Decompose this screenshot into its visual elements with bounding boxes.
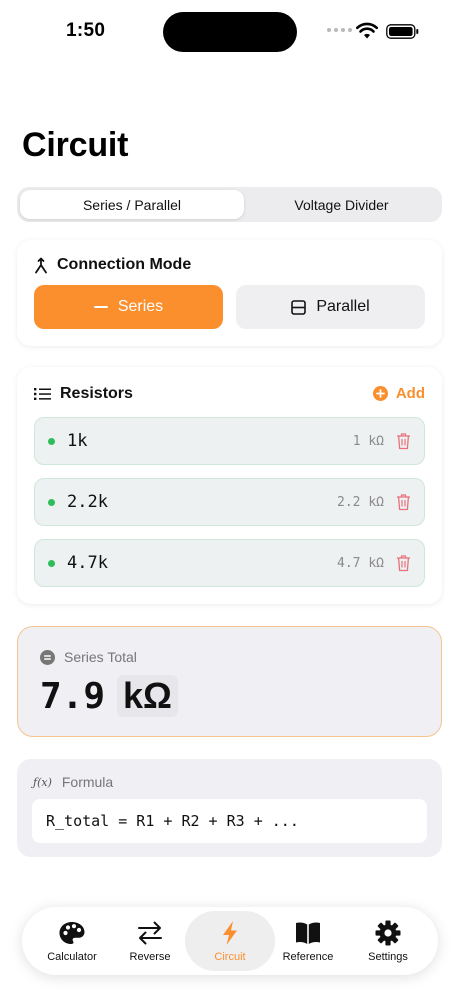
split-square-icon bbox=[291, 299, 307, 315]
merge-icon bbox=[35, 257, 47, 273]
resistor-value: 2.2 kΩ bbox=[337, 495, 384, 510]
tab-settings[interactable]: Settings bbox=[343, 911, 433, 971]
resistor-row[interactable]: 4.7k 4.7 kΩ bbox=[34, 539, 425, 587]
tab-circuit[interactable]: Circuit bbox=[185, 911, 275, 971]
minus-icon bbox=[93, 306, 108, 308]
segment-voltage-divider[interactable]: Voltage Divider bbox=[244, 190, 439, 219]
trash-icon[interactable] bbox=[396, 432, 411, 450]
formula-text: R_total = R1 + R2 + R3 + ... bbox=[32, 799, 427, 843]
list-icon bbox=[34, 388, 51, 400]
series-total-label: Series Total bbox=[64, 649, 137, 665]
resistor-row[interactable]: 2.2k 2.2 kΩ bbox=[34, 478, 425, 526]
cellular-signal-icon bbox=[327, 28, 352, 32]
page-title: Circuit bbox=[22, 126, 129, 164]
tab-calculator-label: Calculator bbox=[47, 950, 97, 963]
active-dot bbox=[48, 499, 55, 506]
tab-reverse[interactable]: Reverse bbox=[105, 911, 195, 971]
formula-header: ƒ(x) Formula bbox=[33, 774, 113, 790]
connection-mode-header: Connection Mode bbox=[34, 256, 191, 274]
tab-settings-label: Settings bbox=[368, 950, 408, 963]
active-dot bbox=[48, 438, 55, 445]
resistor-row[interactable]: 1k 1 kΩ bbox=[34, 417, 425, 465]
tab-reference-label: Reference bbox=[282, 950, 334, 963]
tab-reverse-label: Reverse bbox=[129, 950, 171, 963]
dynamic-island bbox=[163, 12, 297, 52]
parallel-button[interactable]: Parallel bbox=[236, 285, 425, 329]
palette-icon bbox=[59, 921, 85, 944]
resistor-value: 1 kΩ bbox=[352, 434, 384, 449]
function-icon: ƒ(x) bbox=[33, 775, 52, 789]
resistor-name: 4.7k bbox=[67, 553, 108, 573]
equals-circle-icon bbox=[40, 649, 55, 665]
resistors-card: Resistors Add 1k 1 kΩ 2.2k 2.2 kΩ 4.7k 4… bbox=[17, 367, 442, 604]
resistors-title: Resistors bbox=[60, 385, 133, 402]
connection-mode-title: Connection Mode bbox=[57, 256, 192, 273]
connection-mode-card: Connection Mode Series Parallel bbox=[17, 240, 442, 346]
status-bar: 1:50 bbox=[0, 0, 460, 60]
total-number: 7.9 bbox=[40, 676, 106, 717]
series-total-header: Series Total bbox=[40, 649, 137, 665]
total-unit: kΩ bbox=[117, 675, 178, 717]
battery-icon bbox=[386, 24, 419, 39]
series-button[interactable]: Series bbox=[34, 285, 223, 329]
series-total-card: Series Total 7.9 kΩ bbox=[17, 626, 442, 737]
resistors-header: Resistors bbox=[34, 385, 133, 403]
formula-title: Formula bbox=[61, 774, 114, 790]
formula-card: ƒ(x) Formula R_total = R1 + R2 + R3 + ..… bbox=[17, 759, 442, 857]
bolt-icon bbox=[223, 920, 237, 945]
book-icon bbox=[296, 922, 320, 944]
tab-bar: Calculator Reverse Circuit Reference Set… bbox=[22, 907, 438, 975]
mode-segmented-control: Series / Parallel Voltage Divider bbox=[17, 187, 442, 222]
series-button-label: Series bbox=[117, 298, 164, 315]
gear-icon bbox=[375, 920, 401, 945]
status-time: 1:50 bbox=[66, 20, 106, 41]
tab-calculator[interactable]: Calculator bbox=[27, 911, 117, 971]
segment-series-parallel[interactable]: Series / Parallel bbox=[20, 190, 244, 219]
add-resistor-button[interactable]: Add bbox=[372, 385, 425, 402]
resistor-name: 2.2k bbox=[67, 492, 108, 512]
trash-icon[interactable] bbox=[396, 554, 411, 572]
plus-circle-icon bbox=[372, 386, 388, 401]
series-total-value: 7.9 kΩ bbox=[40, 675, 178, 717]
parallel-button-label: Parallel bbox=[316, 298, 370, 315]
tab-circuit-label: Circuit bbox=[214, 950, 246, 963]
wifi-icon bbox=[356, 22, 378, 39]
active-dot bbox=[48, 560, 55, 567]
add-resistor-label: Add bbox=[395, 385, 425, 402]
trash-icon[interactable] bbox=[396, 493, 411, 511]
resistor-value: 4.7 kΩ bbox=[337, 556, 384, 571]
resistor-name: 1k bbox=[67, 431, 88, 451]
tab-reference[interactable]: Reference bbox=[263, 911, 353, 971]
swap-arrows-icon bbox=[138, 921, 162, 944]
